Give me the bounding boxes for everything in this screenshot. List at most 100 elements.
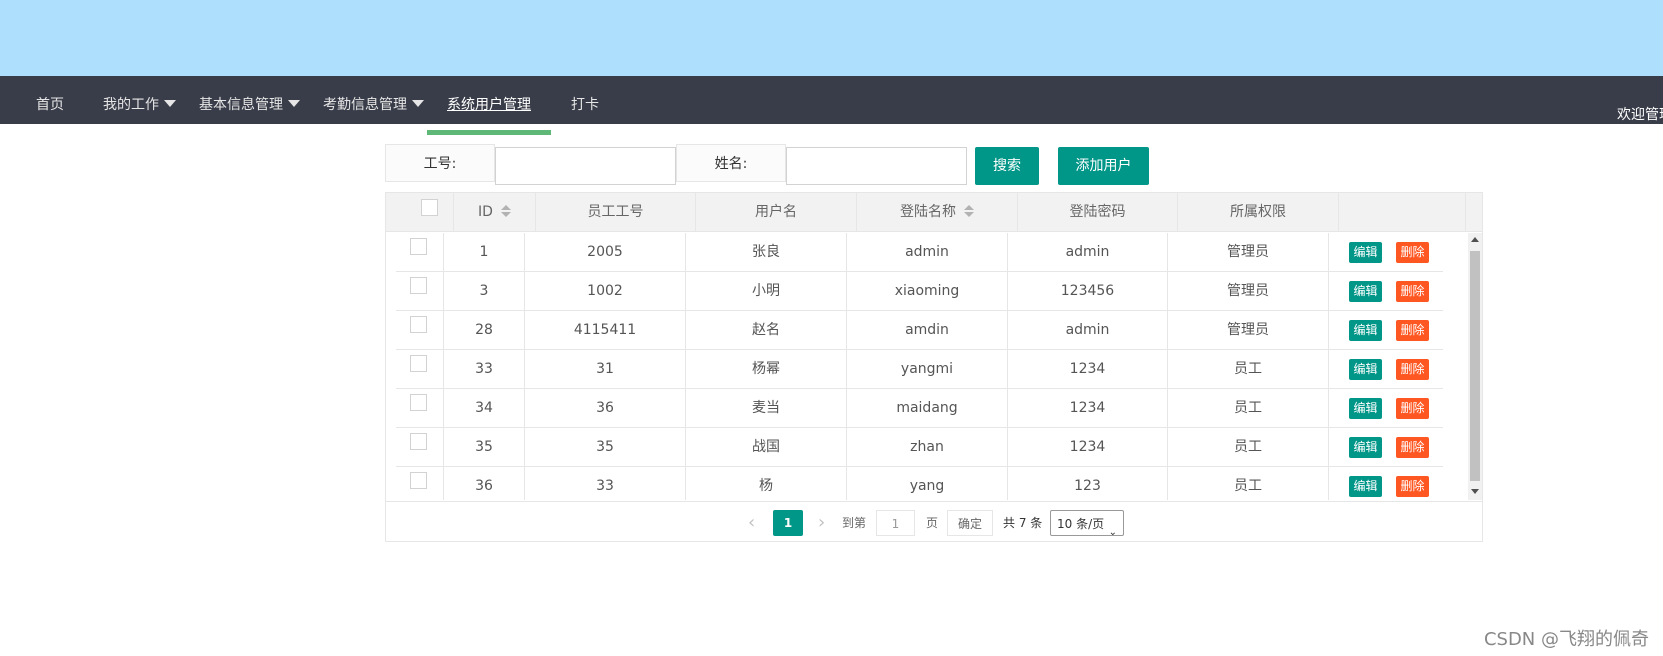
edit-button[interactable]: 编辑 bbox=[1349, 281, 1382, 302]
delete-button[interactable]: 删除 bbox=[1396, 437, 1429, 458]
cell-emp-no: 35 bbox=[525, 428, 686, 467]
cell-login-name: yangmi bbox=[847, 350, 1008, 389]
cell-actions: 编辑 删除 bbox=[1329, 350, 1443, 389]
delete-button[interactable]: 删除 bbox=[1396, 281, 1429, 302]
prev-page-icon[interactable]: ‹ bbox=[748, 510, 755, 536]
cell-role: 员工 bbox=[1168, 389, 1329, 428]
cell-username: 张良 bbox=[686, 233, 847, 272]
cell-emp-no: 36 bbox=[525, 389, 686, 428]
table-row: 34 36 麦当 maidang 1234 员工 编辑 删除 bbox=[396, 389, 1443, 428]
row-checkbox[interactable] bbox=[410, 316, 427, 333]
edit-button[interactable]: 编辑 bbox=[1349, 437, 1382, 458]
header-actions bbox=[1339, 193, 1466, 232]
table-scrollbar[interactable] bbox=[1468, 233, 1482, 500]
edit-button[interactable]: 编辑 bbox=[1349, 242, 1382, 263]
scroll-down-icon[interactable] bbox=[1471, 489, 1479, 494]
cell-role: 管理员 bbox=[1168, 272, 1329, 311]
add-user-button[interactable]: 添加用户 bbox=[1058, 147, 1149, 185]
table-header: ID 员工工号 用户名 登陆名称 登陆密码 所属权限 bbox=[386, 193, 1482, 232]
delete-button[interactable]: 删除 bbox=[1396, 320, 1429, 341]
goto-page-input[interactable]: 1 bbox=[876, 510, 915, 536]
nav-item-label: 打卡 bbox=[571, 97, 599, 113]
page-size-select[interactable]: 10 条/页 ⌄ bbox=[1050, 510, 1124, 538]
nav-item-clock-in[interactable]: 打卡 bbox=[571, 76, 599, 124]
cell-password: 123456 bbox=[1008, 272, 1168, 311]
cell-actions: 编辑 删除 bbox=[1329, 311, 1443, 350]
delete-button[interactable]: 删除 bbox=[1396, 398, 1429, 419]
edit-button[interactable]: 编辑 bbox=[1349, 320, 1382, 341]
cell-actions: 编辑 删除 bbox=[1329, 467, 1443, 500]
cell-id: 36 bbox=[444, 467, 525, 500]
sort-icon[interactable] bbox=[500, 205, 511, 217]
edit-button[interactable]: 编辑 bbox=[1349, 359, 1382, 380]
row-checkbox[interactable] bbox=[410, 433, 427, 450]
search-button[interactable]: 搜索 bbox=[975, 147, 1039, 185]
delete-button[interactable]: 删除 bbox=[1396, 359, 1429, 380]
cell-role: 员工 bbox=[1168, 428, 1329, 467]
table-row: 3 1002 小明 xiaoming 123456 管理员 编辑 删除 bbox=[396, 272, 1443, 311]
watermark: CSDN @飞翔的佩奇 bbox=[1483, 629, 1649, 650]
caret-down-icon bbox=[164, 100, 176, 107]
edit-button[interactable]: 编辑 bbox=[1349, 398, 1382, 419]
nav-item-label: 系统用户管理 bbox=[447, 97, 531, 113]
delete-button[interactable]: 删除 bbox=[1396, 476, 1429, 497]
nav-item-my-work[interactable]: 我的工作 bbox=[103, 76, 176, 124]
welcome-text: 欢迎管理员 bbox=[1617, 107, 1663, 123]
cell-login-name: amdin bbox=[847, 311, 1008, 350]
name-label: 姓名: bbox=[676, 144, 786, 182]
row-checkbox[interactable] bbox=[410, 238, 427, 255]
cell-actions: 编辑 删除 bbox=[1329, 233, 1443, 272]
page-size-value: 10 条/页 bbox=[1057, 517, 1105, 531]
row-checkbox[interactable] bbox=[410, 277, 427, 294]
cell-username: 杨 bbox=[686, 467, 847, 500]
cell-emp-no: 4115411 bbox=[525, 311, 686, 350]
row-checkbox[interactable] bbox=[410, 355, 427, 372]
nav-item-attendance[interactable]: 考勤信息管理 bbox=[323, 76, 424, 124]
cell-username: 小明 bbox=[686, 272, 847, 311]
table-row: 36 33 杨 yang 123 员工 编辑 删除 bbox=[396, 467, 1443, 500]
goto-confirm-button[interactable]: 确定 bbox=[947, 510, 993, 536]
table-body: 1 2005 张良 admin admin 管理员 编辑 删除 3 1002 小… bbox=[396, 233, 1443, 500]
scroll-up-icon[interactable] bbox=[1471, 237, 1479, 242]
cell-login-name: xiaoming bbox=[847, 272, 1008, 311]
cell-id: 34 bbox=[444, 389, 525, 428]
name-input[interactable] bbox=[786, 147, 967, 185]
cell-login-name: yang bbox=[847, 467, 1008, 500]
cell-emp-no: 33 bbox=[525, 467, 686, 500]
header-id[interactable]: ID bbox=[454, 193, 536, 232]
nav-item-system-users[interactable]: 系统用户管理 bbox=[447, 76, 531, 124]
nav-item-label: 考勤信息管理 bbox=[323, 97, 407, 113]
current-page[interactable]: 1 bbox=[773, 510, 803, 536]
nav-item-label: 我的工作 bbox=[103, 97, 159, 113]
next-page-icon[interactable]: › bbox=[818, 510, 825, 536]
edit-button[interactable]: 编辑 bbox=[1349, 476, 1382, 497]
cell-password: admin bbox=[1008, 311, 1168, 350]
sort-icon[interactable] bbox=[964, 205, 974, 217]
chevron-down-icon: ⌄ bbox=[1108, 527, 1117, 538]
row-select bbox=[396, 311, 444, 350]
top-banner bbox=[0, 0, 1663, 76]
cell-password: 123 bbox=[1008, 467, 1168, 500]
nav-item-home[interactable]: 首页 bbox=[36, 76, 64, 124]
cell-username: 战国 bbox=[686, 428, 847, 467]
pagination: ‹ 1 › 到第 1 页 确定 共 7 条 10 条/页 ⌄ bbox=[386, 501, 1482, 541]
row-select bbox=[396, 233, 444, 272]
cell-id: 33 bbox=[444, 350, 525, 389]
select-all-checkbox[interactable] bbox=[421, 199, 438, 216]
user-table: ID 员工工号 用户名 登陆名称 登陆密码 所属权限 1 2005 张良 adm… bbox=[385, 192, 1483, 542]
cell-role: 员工 bbox=[1168, 467, 1329, 500]
cell-login-name: admin bbox=[847, 233, 1008, 272]
nav-item-basic-info[interactable]: 基本信息管理 bbox=[199, 76, 300, 124]
total-count: 共 7 条 bbox=[1003, 516, 1043, 530]
scroll-thumb[interactable] bbox=[1470, 251, 1480, 481]
header-login-name[interactable]: 登陆名称 bbox=[857, 193, 1018, 232]
row-checkbox[interactable] bbox=[410, 394, 427, 411]
delete-button[interactable]: 删除 bbox=[1396, 242, 1429, 263]
nav-item-label: 首页 bbox=[36, 97, 64, 113]
nav-item-label: 基本信息管理 bbox=[199, 97, 283, 113]
header-username: 用户名 bbox=[696, 193, 857, 232]
table-row: 28 4115411 赵名 amdin admin 管理员 编辑 删除 bbox=[396, 311, 1443, 350]
row-checkbox[interactable] bbox=[410, 472, 427, 489]
nav-active-indicator bbox=[427, 130, 551, 135]
job-no-input[interactable] bbox=[495, 147, 676, 185]
